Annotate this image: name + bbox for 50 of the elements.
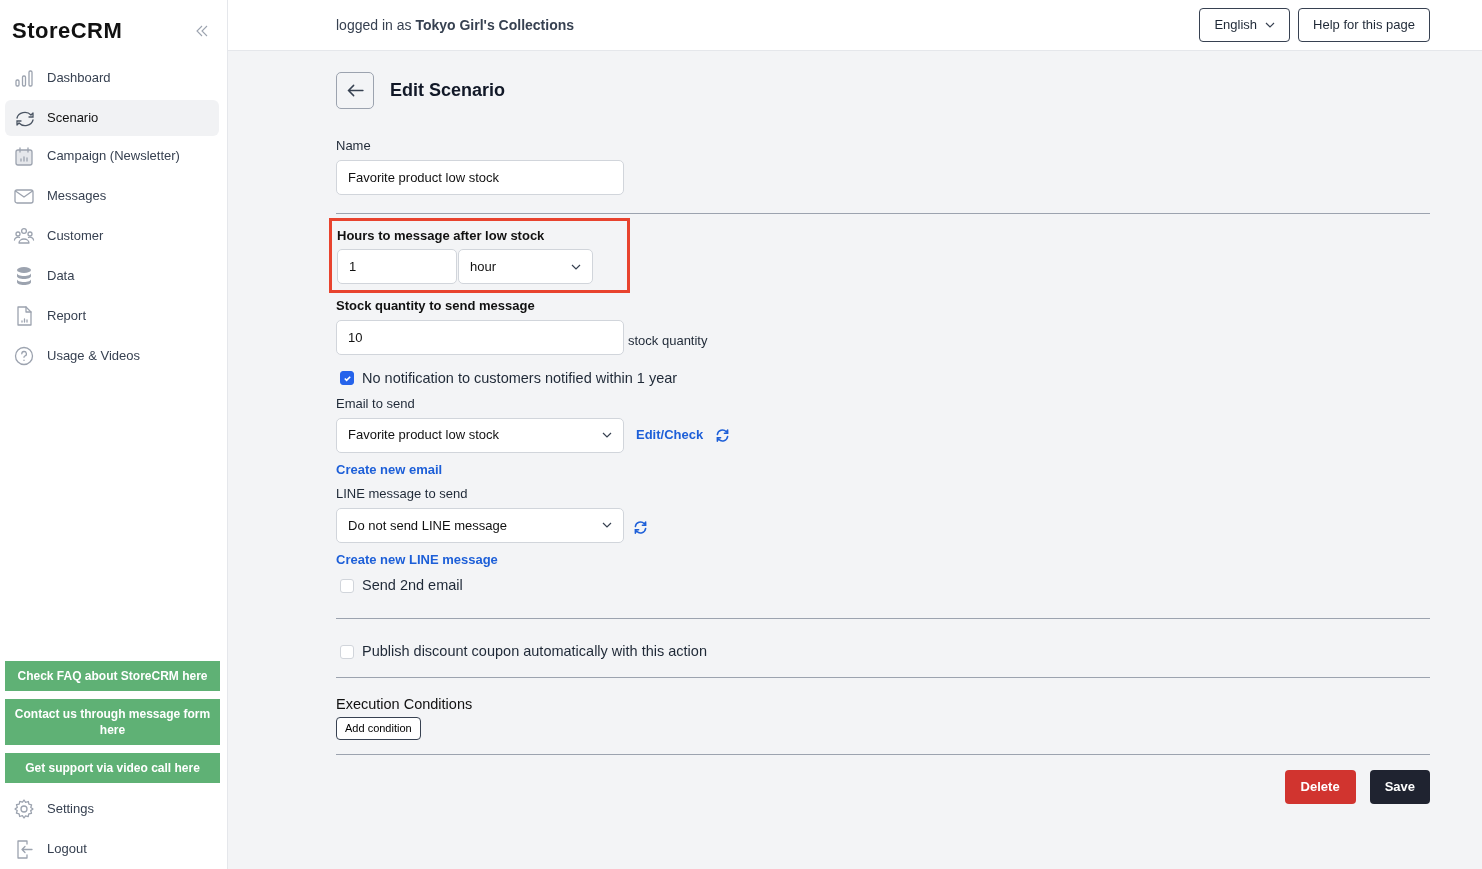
- chevron-down-icon: [571, 263, 581, 270]
- refresh-icon[interactable]: [633, 520, 648, 536]
- field-label: Hours to message after low stock: [336, 226, 546, 245]
- chevron-down-icon: [602, 432, 612, 439]
- field-label: Email to send: [336, 395, 416, 413]
- question-icon: [13, 344, 35, 367]
- edit-check-link[interactable]: Edit/Check: [636, 426, 704, 444]
- logo: StoreCRM: [12, 17, 123, 45]
- chevron-down-icon: [602, 522, 612, 529]
- help-button[interactable]: Help for this page: [1298, 8, 1430, 42]
- field-label: LINE message to send: [336, 485, 469, 503]
- delete-button[interactable]: Delete: [1284, 769, 1356, 804]
- select-field[interactable]: hour: [458, 249, 593, 285]
- sidebar-item[interactable]: Messages: [5, 177, 219, 214]
- chevron-down-icon: [1265, 22, 1276, 28]
- create-email-link[interactable]: Create new email: [336, 460, 443, 479]
- field-label: Name: [336, 137, 372, 155]
- back-arrow-icon: [346, 84, 364, 97]
- select-field[interactable]: Favorite product low stock: [336, 417, 624, 453]
- settings-icon: [13, 798, 35, 820]
- login-text: logged in as Tokyo Girl's Collections: [336, 15, 575, 35]
- checkbox-label: Publish discount coupon automatically with this action: [362, 641, 707, 661]
- checkbox-label: Send 2nd email: [362, 576, 463, 596]
- sidebar-item[interactable]: Report: [5, 297, 219, 334]
- stock-field[interactable]: 10: [336, 319, 624, 355]
- checkbox-label: No notification to customers notified within 1 year: [362, 368, 678, 388]
- sidebar-item[interactable]: Logout: [5, 831, 219, 867]
- page-title: Edit Scenario: [390, 79, 506, 103]
- hours-field[interactable]: 1: [337, 249, 457, 285]
- select-field[interactable]: Do not send LINE message: [336, 507, 624, 543]
- sidebar-item[interactable]: Dashboard: [5, 59, 219, 96]
- refresh-icon[interactable]: [715, 427, 731, 443]
- field-label: Stock quantity to send message: [336, 297, 536, 315]
- sidebar-item[interactable]: Usage & Videos: [5, 337, 219, 374]
- sidebar-item[interactable]: Settings: [5, 791, 219, 827]
- add-condition-button[interactable]: Add condition: [336, 717, 421, 740]
- sidebar-item[interactable]: Customer: [5, 217, 219, 254]
- create-line-link[interactable]: Create new LINE message: [336, 550, 498, 569]
- unit-label: stock quantity: [628, 332, 708, 351]
- back-button[interactable]: [336, 72, 374, 109]
- name-field[interactable]: Favorite product low stock: [336, 159, 624, 195]
- language-dropdown[interactable]: English: [1199, 8, 1291, 42]
- sidebar-item[interactable]: Scenario: [5, 99, 219, 136]
- sidebar-item[interactable]: Campaign (Newsletter): [5, 137, 219, 174]
- sidebar-item[interactable]: Data: [5, 257, 219, 294]
- save-button[interactable]: Save: [1369, 769, 1430, 804]
- checkbox[interactable]: [340, 371, 354, 386]
- check-icon: [342, 373, 352, 383]
- section-title: Execution Conditions: [336, 694, 474, 714]
- collapse-icon[interactable]: [195, 23, 209, 38]
